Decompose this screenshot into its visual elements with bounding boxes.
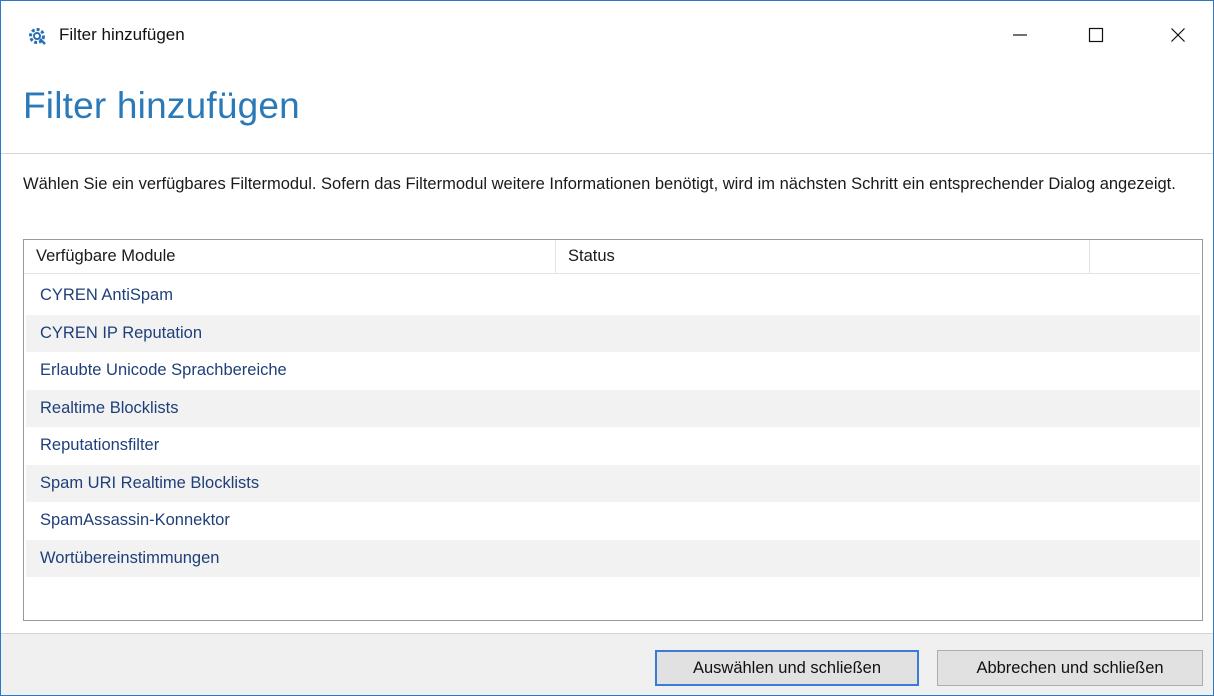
header-divider xyxy=(1,153,1213,154)
column-header-status[interactable]: Status xyxy=(556,240,1090,273)
list-item[interactable]: CYREN IP Reputation xyxy=(26,314,1200,352)
list-item[interactable]: Erlaubte Unicode Sprachbereiche xyxy=(26,352,1200,390)
module-list[interactable]: Verfügbare Module Status CYREN AntiSpam … xyxy=(23,239,1203,621)
list-item[interactable]: SpamAssassin-Konnektor xyxy=(26,502,1200,540)
title-bar: Filter hinzufügen xyxy=(1,1,1213,69)
select-and-close-button[interactable]: Auswählen und schließen xyxy=(655,650,919,686)
column-header-spacer xyxy=(1090,240,1200,273)
close-button[interactable] xyxy=(1155,15,1201,55)
page-title: Filter hinzufügen xyxy=(23,85,300,126)
dialog-window: Filter hinzufügen Filter hinzufügen Wähl… xyxy=(0,0,1214,696)
list-item[interactable]: Realtime Blocklists xyxy=(26,389,1200,427)
list-rows: CYREN AntiSpam CYREN IP Reputation Erlau… xyxy=(26,277,1200,577)
description-text: Wählen Sie ein verfügbares Filtermodul. … xyxy=(23,175,1176,193)
window-title: Filter hinzufügen xyxy=(59,25,185,44)
list-item[interactable]: Spam URI Realtime Blocklists xyxy=(26,464,1200,502)
minimize-button[interactable] xyxy=(997,15,1043,55)
column-header-module[interactable]: Verfügbare Module xyxy=(24,240,556,273)
minimize-icon xyxy=(1013,34,1027,36)
close-icon xyxy=(1171,28,1185,42)
list-item[interactable]: CYREN AntiSpam xyxy=(26,277,1200,315)
cancel-and-close-button[interactable]: Abbrechen und schließen xyxy=(937,650,1203,686)
maximize-icon xyxy=(1088,27,1104,43)
list-item[interactable]: Reputationsfilter xyxy=(26,427,1200,465)
maximize-button[interactable] xyxy=(1073,15,1119,55)
list-header: Verfügbare Module Status xyxy=(24,240,1200,274)
list-item[interactable]: Wortübereinstimmungen xyxy=(26,539,1200,577)
settings-gear-icon xyxy=(27,26,47,46)
dialog-footer: Auswählen und schließen Abbrechen und sc… xyxy=(1,633,1213,695)
